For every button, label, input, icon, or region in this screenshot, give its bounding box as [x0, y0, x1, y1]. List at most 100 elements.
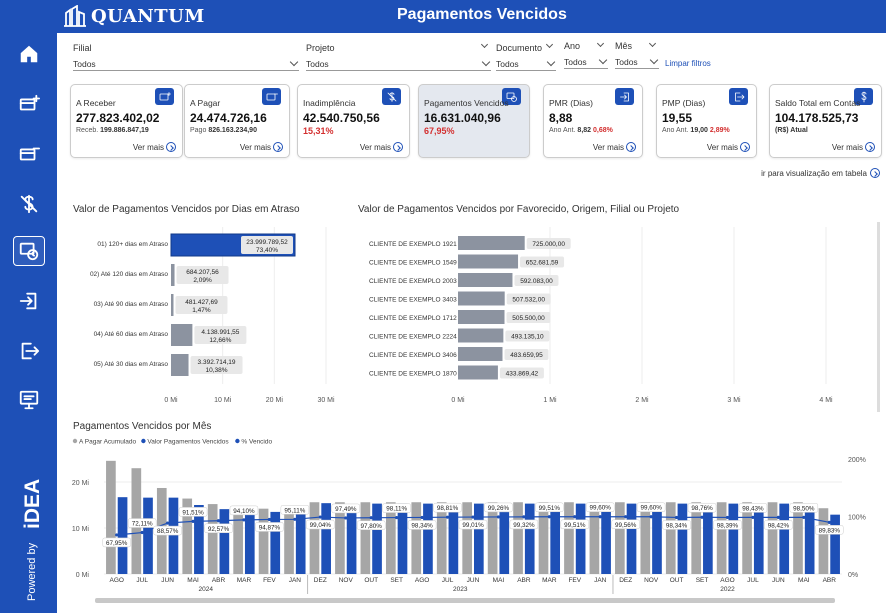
chevron-down-icon: [481, 57, 491, 67]
bar-vencidos: [524, 503, 535, 574]
filter-ano-select[interactable]: Todos: [564, 55, 608, 69]
x-tick-label: AGO: [415, 577, 429, 584]
bar-a-pagar: [106, 460, 116, 574]
chevron-down-icon[interactable]: [648, 39, 657, 48]
line-point: [751, 515, 755, 520]
chevron-down-icon[interactable]: [545, 40, 554, 49]
chart-favorecido-title: Valor de Pagamentos Vencidos por Favorec…: [358, 204, 680, 215]
x-tick-label: NOV: [644, 577, 659, 584]
login-icon[interactable]: [13, 286, 45, 316]
line-label: 98,11%: [386, 506, 407, 513]
category-label: 01) 120+ dias em Atraso: [97, 241, 168, 248]
data-label: 483.659,95: [510, 352, 543, 359]
line-label: 97,80%: [361, 523, 383, 530]
vertical-scrollbar[interactable]: [877, 222, 880, 412]
line-label: 99,51%: [539, 505, 561, 512]
filter-mes-select[interactable]: Todos: [615, 55, 659, 69]
bar-vencidos: [626, 503, 637, 574]
x-tick-label: 30 Mi: [317, 397, 335, 404]
line-point: [624, 515, 628, 519]
legend-label: % Vencido: [241, 439, 272, 446]
see-more-link[interactable]: Ver mais: [832, 142, 875, 152]
see-more-link[interactable]: Ver mais: [593, 142, 636, 152]
chevron-down-icon: [598, 55, 608, 65]
filter-documento-value: Todos: [496, 59, 519, 69]
x-tick-label: FEV: [568, 577, 581, 584]
card-pct: 15,31%: [303, 126, 334, 136]
idea-logo: iDEA: [21, 479, 44, 529]
horizontal-scrollbar[interactable]: [95, 598, 835, 603]
card-label: A Pagar: [190, 98, 221, 108]
card-saldo-total: Saldo Total em Contas 104.178.525,73 (R$…: [769, 84, 882, 158]
overdue-payments-icon[interactable]: [13, 236, 45, 266]
x-tick-label: AGO: [720, 577, 734, 584]
x-tick-label: 4 Mi: [819, 397, 833, 404]
x-tick-label: DEZ: [619, 577, 632, 584]
card-value: 104.178.525,73: [775, 111, 859, 125]
see-more-link[interactable]: Ver mais: [360, 142, 403, 152]
chart-monthly-title: Pagamentos Vencidos por Mês: [73, 421, 212, 432]
card-a-pagar: A Pagar 24.474.726,16 Pago 826.163.234,9…: [184, 84, 290, 158]
chevron-down-icon[interactable]: [480, 40, 489, 49]
bar-vencidos: [575, 503, 586, 574]
line-label: 99,56%: [615, 522, 637, 529]
bar: [171, 264, 175, 286]
card-value: 8,88: [549, 111, 573, 125]
default-icon: [382, 88, 401, 105]
card-inadimplencia: Inadimplência 42.540.750,56 15,31% Ver m…: [297, 84, 410, 158]
data-label-value: 684.207,56: [186, 269, 219, 276]
card-sub: Receb. 199.886.847,19: [76, 127, 149, 134]
chevron-down-icon[interactable]: [596, 39, 605, 48]
line-point: [674, 515, 679, 520]
x-tick-label: SET: [696, 577, 709, 584]
category-label: CLIENTE DE EXEMPLO 1870: [369, 371, 457, 378]
filter-projeto-select[interactable]: Todos: [306, 57, 491, 71]
data-label-value: 23.999.789,52: [246, 239, 288, 246]
card-label: PMR (Dias): [549, 98, 593, 108]
line-point: [293, 517, 297, 521]
home-icon[interactable]: [13, 39, 45, 69]
data-label-value: 4.138.991,55: [201, 329, 239, 336]
arrow-right-circle-icon: [273, 142, 283, 152]
see-more-link[interactable]: Ver mais: [240, 142, 283, 152]
bar: [458, 236, 525, 250]
x-tick-label: OUT: [364, 577, 378, 584]
category-label: 03) Até 90 dias em Atraso: [94, 301, 169, 308]
x-tick-label: 10 Mi: [214, 397, 232, 404]
bar: [171, 294, 174, 316]
payable-icon[interactable]: [13, 139, 45, 169]
card-value: 16.631.040,96: [424, 111, 501, 125]
x-tick-label: JUL: [442, 577, 454, 584]
line-label: 72,11%: [132, 521, 153, 528]
x-tick-label: ABR: [517, 577, 531, 584]
bar-vencidos: [423, 503, 433, 574]
filter-filial-select[interactable]: Todos: [73, 57, 299, 71]
card-label: Saldo Total em Contas: [775, 98, 861, 108]
table-view-link[interactable]: ir para visualização em tabela: [761, 168, 880, 178]
year-label: 2023: [453, 586, 468, 593]
card-label: PMP (Dias): [662, 98, 706, 108]
line-label: 99,51%: [564, 522, 586, 529]
filter-documento-label: Documento: [496, 43, 543, 53]
presentation-icon[interactable]: [13, 385, 45, 415]
category-label: CLIENTE DE EXEMPLO 1921: [369, 241, 457, 248]
line-label: 99,60%: [640, 505, 662, 512]
legend-marker: [72, 438, 78, 444]
data-label: 652.681,59: [526, 260, 559, 267]
default-icon[interactable]: [13, 189, 45, 219]
payable-icon: [262, 88, 281, 105]
line-point: [166, 521, 170, 525]
logout-icon[interactable]: [13, 336, 45, 366]
line-label: 95,11%: [284, 507, 305, 514]
see-more-link[interactable]: Ver mais: [707, 142, 750, 152]
line-point: [445, 515, 450, 519]
x-tick-label: 3 Mi: [727, 397, 741, 404]
clear-filters-link[interactable]: Limpar filtros: [665, 59, 711, 68]
filter-documento-select[interactable]: Todos: [496, 57, 556, 71]
chart-monthly: A Pagar Acumulado Valor Pagamentos Vencid…: [72, 438, 866, 594]
filter-mes-label: Mês: [615, 41, 633, 51]
bar: [458, 254, 519, 269]
card-a-receber: A Receber 277.823.402,02 Receb. 199.886.…: [70, 84, 183, 158]
receivable-icon[interactable]: [13, 89, 45, 119]
see-more-link[interactable]: Ver mais: [133, 142, 176, 152]
